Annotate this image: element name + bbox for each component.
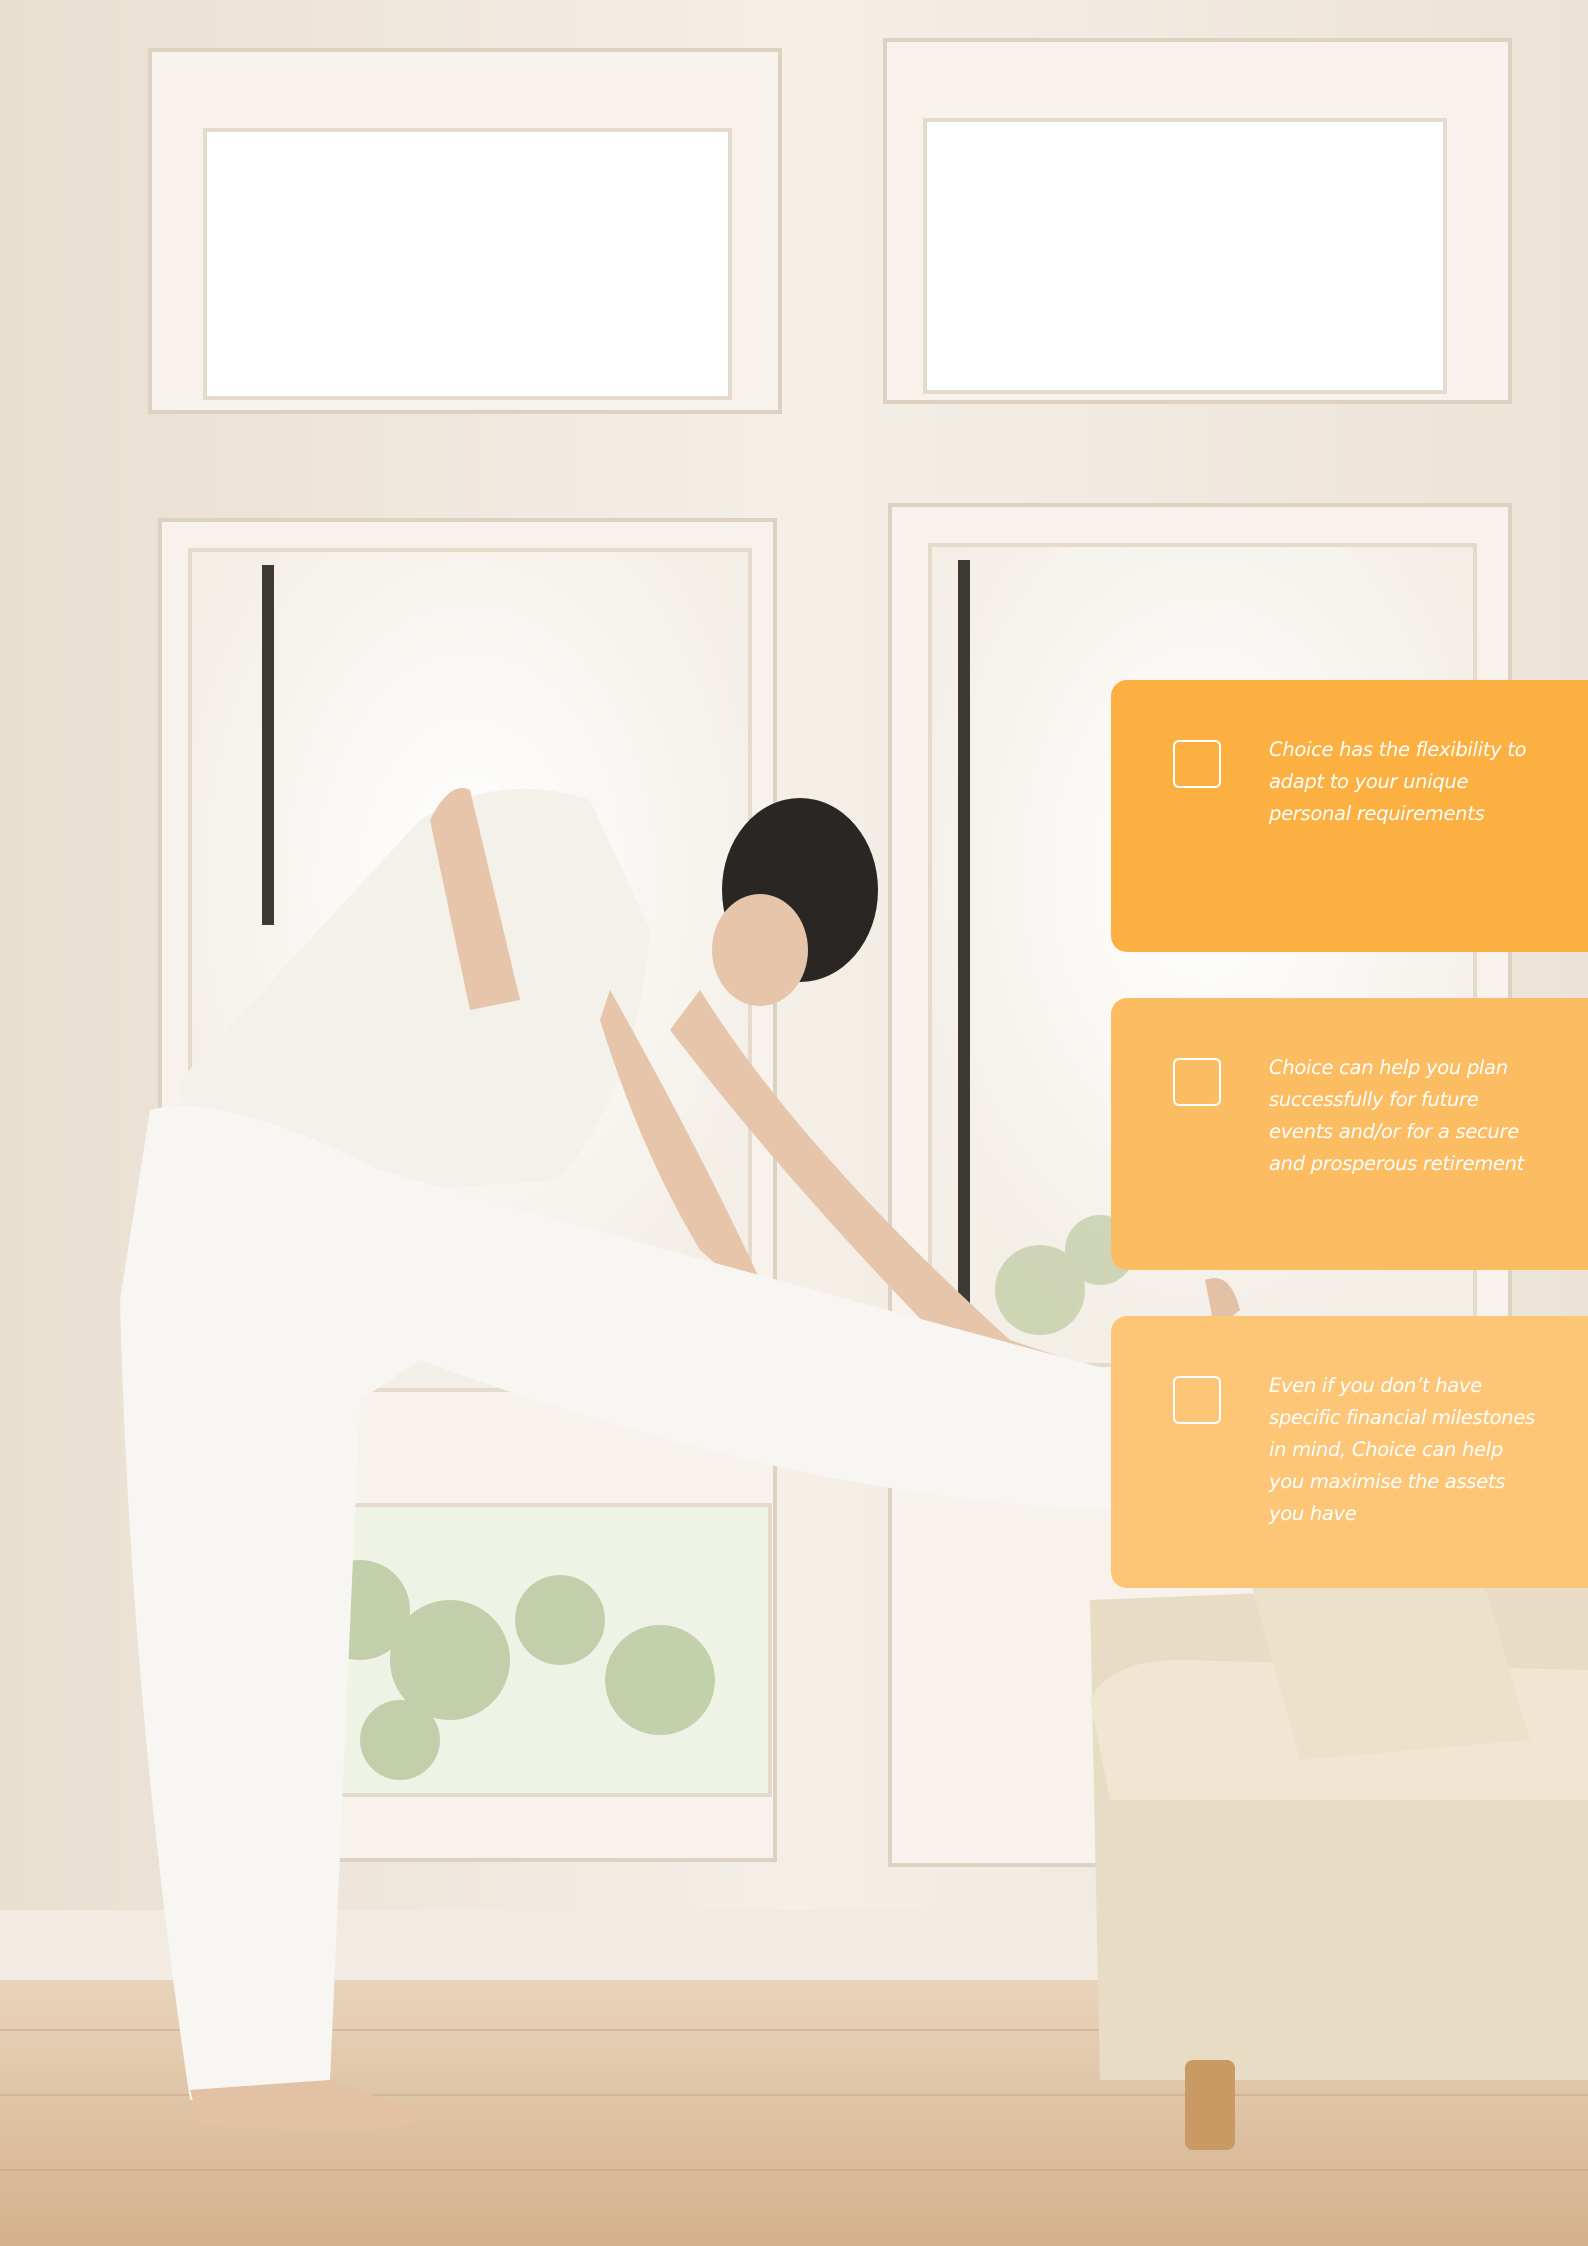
info-box-planning: Choice can help you plan successfully fo… [1111,998,1588,1270]
page: Choice has the flexibility to adapt to y… [0,0,1588,2246]
info-box-flexibility: Choice has the flexibility to adapt to y… [1111,680,1588,952]
info-box-text: Choice has the flexibility to adapt to y… [1269,738,1527,825]
info-box-text: Choice can help you plan successfully fo… [1269,1056,1524,1175]
info-box-text: Even if you don’t have specific financia… [1269,1374,1535,1525]
info-box-assets: Even if you don’t have specific financia… [1111,1316,1588,1588]
checkbox-icon [1173,1058,1221,1106]
checkbox-icon [1173,1376,1221,1424]
checkbox-icon [1173,740,1221,788]
